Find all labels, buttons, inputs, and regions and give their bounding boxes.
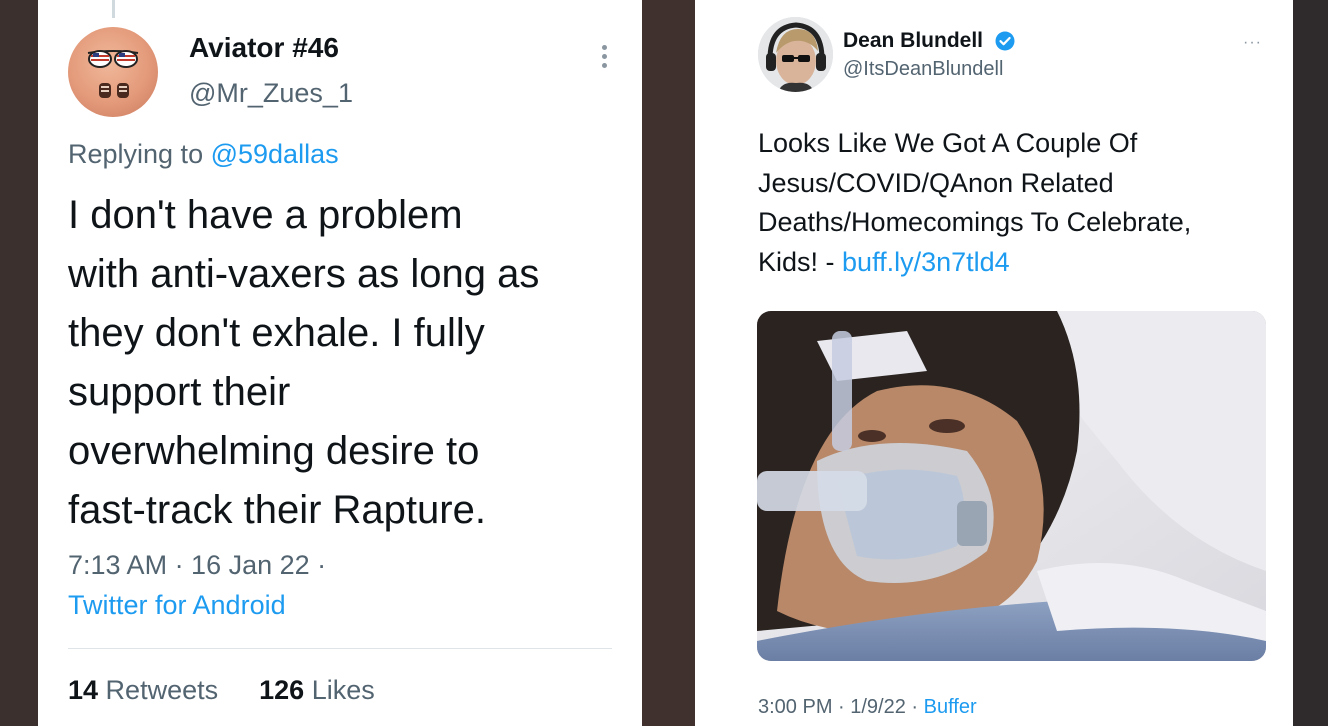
avatar[interactable] bbox=[68, 27, 158, 117]
tweet-text: I don't have a problem with anti-vaxers … bbox=[68, 186, 628, 540]
background-left bbox=[0, 0, 38, 726]
tweet-card-left[interactable]: Aviator #46 @Mr_Zues_1 Replying to @59da… bbox=[38, 0, 642, 726]
retweets-stat[interactable]: 14 Retweets bbox=[68, 675, 218, 705]
tweet-text-line: they don't exhale. I fully bbox=[68, 311, 485, 355]
tweet-text-line: Looks Like We Got A Couple Of bbox=[758, 128, 1138, 158]
tweet-timestamp: 3:00 PM · 1/9/22 · Buffer bbox=[758, 696, 977, 719]
tweet-source-link[interactable]: Buffer bbox=[924, 696, 977, 718]
likes-label: Likes bbox=[304, 675, 375, 705]
tweet-time[interactable]: 3:00 PM · 1/9/22 · bbox=[758, 696, 924, 718]
thread-connector-line bbox=[112, 0, 115, 18]
tweet-card-right[interactable]: Dean Blundell @ItsDeanBlundell ··· Looks… bbox=[695, 0, 1293, 726]
tweet-text-line: support their bbox=[68, 370, 291, 414]
tweet-timestamp[interactable]: 7:13 AM · 16 Jan 22 · bbox=[68, 550, 326, 581]
tweet-text-line: Jesus/COVID/QAnon Related bbox=[758, 167, 1114, 198]
tweet-text-line: Kids! - buff.ly/3n7tld4 bbox=[758, 243, 1278, 283]
likes-stat[interactable]: 126 Likes bbox=[259, 675, 375, 705]
tweet-text-line: fast-track their Rapture. bbox=[68, 488, 486, 532]
more-options-icon[interactable]: ··· bbox=[1243, 34, 1262, 52]
retweets-label: Retweets bbox=[98, 675, 219, 705]
shoes-icon bbox=[99, 83, 129, 98]
sunglasses-icon bbox=[87, 50, 139, 68]
hospital-patient-image bbox=[757, 311, 1266, 661]
replying-to: Replying to @59dallas bbox=[68, 139, 339, 170]
tweet-text-line: with anti-vaxers as long as bbox=[68, 252, 540, 296]
retweets-count: 14 bbox=[68, 675, 99, 705]
tweet-text-line: Deaths/Homecomings To Celebrate, bbox=[758, 207, 1192, 237]
tweet-text-line: overwhelming desire to bbox=[68, 429, 480, 473]
background-right bbox=[1293, 0, 1328, 726]
tweet-text: Looks Like We Got A Couple Of Jesus/COVI… bbox=[758, 124, 1278, 282]
tweet-photo[interactable] bbox=[757, 311, 1266, 661]
author-handle[interactable]: @ItsDeanBlundell bbox=[843, 58, 1003, 81]
verified-badge-icon bbox=[995, 31, 1015, 51]
more-options-icon[interactable] bbox=[598, 42, 610, 72]
likes-count: 126 bbox=[259, 675, 305, 705]
replying-label: Replying to bbox=[68, 139, 211, 169]
author-name[interactable]: Dean Blundell bbox=[843, 29, 983, 53]
reply-mention-link[interactable]: @59dallas bbox=[211, 139, 339, 169]
tweet-text-line: I don't have a problem bbox=[68, 193, 463, 237]
tweet-stats: 14 Retweets 126 Likes bbox=[68, 675, 375, 706]
author-handle[interactable]: @Mr_Zues_1 bbox=[189, 78, 353, 109]
headset-portrait-icon bbox=[758, 17, 833, 92]
tweet-text-prefix: Kids! - bbox=[758, 246, 843, 277]
divider bbox=[68, 648, 612, 649]
avatar[interactable] bbox=[758, 17, 833, 92]
tweet-client-link[interactable]: Twitter for Android bbox=[68, 590, 286, 621]
author-name[interactable]: Aviator #46 bbox=[189, 32, 339, 64]
tweet-link[interactable]: buff.ly/3n7tld4 bbox=[842, 247, 1010, 277]
background-divider bbox=[642, 0, 695, 726]
